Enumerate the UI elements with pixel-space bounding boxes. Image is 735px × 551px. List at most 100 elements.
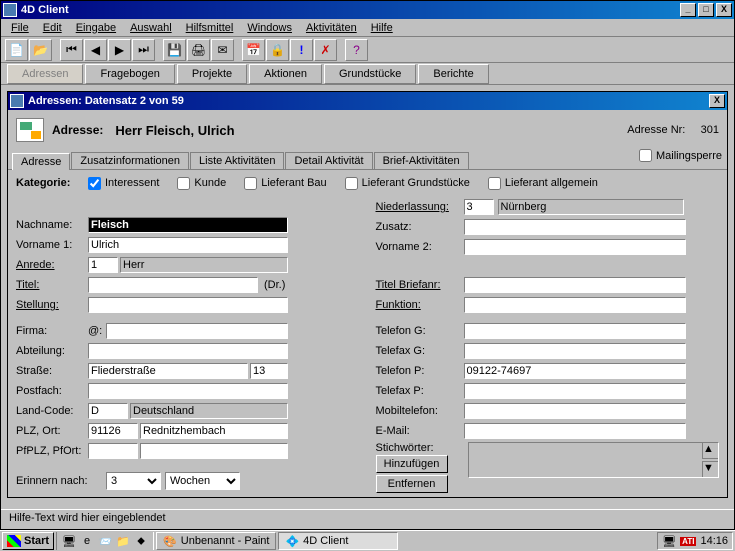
vorname1-field[interactable]	[88, 237, 288, 253]
landcode-label: Land-Code:	[16, 405, 88, 417]
nieder-text-field[interactable]	[498, 199, 684, 215]
pfplz-label: PfPLZ, PfOrt:	[16, 445, 88, 457]
anrede-code-field[interactable]	[88, 257, 118, 273]
strasse-field[interactable]	[88, 363, 248, 379]
telefaxg-field[interactable]	[464, 343, 686, 359]
menu-hilfe[interactable]: Hilfe	[365, 21, 399, 35]
menu-auswahl[interactable]: Auswahl	[124, 21, 178, 35]
check-interessent[interactable]: Interessent	[88, 177, 159, 190]
landcode-field[interactable]	[88, 403, 128, 419]
tb-first-icon[interactable]: ⏮	[60, 39, 83, 61]
tray-display-icon[interactable]: 🖥	[662, 535, 676, 548]
check-lieferant-bau[interactable]: Lieferant Bau	[244, 177, 326, 190]
scroll-up-icon[interactable]: ▲	[702, 443, 718, 459]
titel-field[interactable]	[88, 277, 258, 293]
itab-zusatz[interactable]: Zusatzinformationen	[71, 152, 189, 169]
check-lieferant-grund[interactable]: Lieferant Grundstücke	[345, 177, 470, 190]
postfach-field[interactable]	[88, 383, 288, 399]
mailingsperre-check[interactable]: Mailingsperre	[639, 149, 722, 162]
tb-lock-icon[interactable]: 🔒	[266, 39, 289, 61]
telefong-field[interactable]	[464, 323, 686, 339]
pfort-field[interactable]	[140, 443, 288, 459]
statusbar: Hilfe-Text wird hier eingeblendet	[1, 509, 734, 529]
tb-last-icon[interactable]: ⏭	[132, 39, 155, 61]
menu-aktivitaeten[interactable]: Aktivitäten	[300, 21, 363, 35]
ql-outlook-icon[interactable]: 📨	[97, 533, 113, 549]
menu-windows[interactable]: Windows	[241, 21, 298, 35]
tb-prev-icon[interactable]: ◀	[84, 39, 107, 61]
funktion-field[interactable]	[464, 297, 686, 313]
tb-mail-icon[interactable]: ✉	[211, 39, 234, 61]
tab-aktionen[interactable]: Aktionen	[249, 64, 322, 84]
record-icon	[10, 94, 24, 108]
land-field[interactable]	[130, 403, 288, 419]
vorname2-field[interactable]	[464, 239, 686, 255]
stellung-field[interactable]	[88, 297, 288, 313]
tray-ati-icon[interactable]: ATI	[680, 537, 696, 546]
tb-help-icon[interactable]: ?	[345, 39, 368, 61]
itab-brief-akt[interactable]: Brief-Aktivitäten	[374, 152, 469, 169]
task-4dclient[interactable]: 💠 4D Client	[278, 532, 398, 550]
firma-field[interactable]	[106, 323, 288, 339]
mailingsperre-checkbox[interactable]	[639, 149, 652, 162]
app-icon	[3, 3, 17, 17]
telefong-label: Telefon G:	[376, 325, 464, 337]
itab-adresse[interactable]: Adresse	[12, 153, 70, 170]
erinnern-val-select[interactable]: 3	[106, 472, 161, 490]
tab-berichte[interactable]: Berichte	[418, 64, 488, 84]
hausnr-field[interactable]	[250, 363, 288, 379]
zusatz-label: Zusatz:	[376, 221, 464, 233]
anrede-label: Anrede:	[16, 259, 88, 271]
menu-hilfsmittel[interactable]: Hilfsmittel	[180, 21, 240, 35]
titelbrief-field[interactable]	[464, 277, 686, 293]
tab-fragebogen[interactable]: Fragebogen	[85, 64, 174, 84]
stichwoerter-list[interactable]: ▲ ▼	[468, 442, 720, 478]
tb-print-icon[interactable]: 🖨	[187, 39, 210, 61]
erinnern-unit-select[interactable]: Wochen	[165, 472, 240, 490]
email-field[interactable]	[464, 423, 686, 439]
ort-field[interactable]	[140, 423, 288, 439]
menu-file[interactable]: File	[5, 21, 35, 35]
tb-date-icon[interactable]: 📅	[242, 39, 265, 61]
tb-info-icon[interactable]: !	[290, 39, 313, 61]
itab-liste-akt[interactable]: Liste Aktivitäten	[190, 152, 284, 169]
zusatz-field[interactable]	[464, 219, 686, 235]
task-paint[interactable]: 🎨 Unbenannt - Paint	[156, 532, 276, 550]
hinzufuegen-button[interactable]: Hinzufügen	[376, 455, 448, 473]
start-button[interactable]: Start	[2, 532, 54, 550]
anrede-text-field[interactable]	[120, 257, 288, 273]
tb-delete-icon[interactable]: ✗	[314, 39, 337, 61]
ql-ie-icon[interactable]: e	[79, 533, 95, 549]
check-kunde[interactable]: Kunde	[177, 177, 226, 190]
telefaxp-field[interactable]	[464, 383, 686, 399]
menu-eingabe[interactable]: Eingabe	[70, 21, 122, 35]
ql-app-icon[interactable]: ⬥	[133, 533, 149, 549]
telefonp-field[interactable]	[464, 363, 686, 379]
record-close-button[interactable]: X	[709, 94, 725, 108]
tab-grundstuecke[interactable]: Grundstücke	[324, 64, 416, 84]
minimize-button[interactable]: _	[680, 3, 696, 17]
tray-clock[interactable]: 14:16	[700, 535, 728, 547]
tb-new-icon[interactable]: 📄	[5, 39, 28, 61]
close-button[interactable]: X	[716, 3, 732, 17]
tab-adressen[interactable]: Adressen	[7, 64, 83, 84]
ql-desktop-icon[interactable]: 🖥	[61, 533, 77, 549]
tab-projekte[interactable]: Projekte	[177, 64, 247, 84]
menu-edit[interactable]: Edit	[37, 21, 68, 35]
nieder-code-field[interactable]	[464, 199, 494, 215]
nachname-field[interactable]	[88, 217, 288, 233]
tb-open-icon[interactable]: 📂	[29, 39, 52, 61]
check-lieferant-allg[interactable]: Lieferant allgemein	[488, 177, 598, 190]
strasse-label: Straße:	[16, 365, 88, 377]
scroll-down-icon[interactable]: ▼	[702, 461, 718, 477]
entfernen-button[interactable]: Entfernen	[376, 475, 448, 493]
abteilung-field[interactable]	[88, 343, 288, 359]
itab-detail-akt[interactable]: Detail Aktivität	[285, 152, 372, 169]
ql-explorer-icon[interactable]: 📁	[115, 533, 131, 549]
maximize-button[interactable]: □	[698, 3, 714, 17]
plz-field[interactable]	[88, 423, 138, 439]
tb-next-icon[interactable]: ▶	[108, 39, 131, 61]
tb-save-icon[interactable]: 💾	[163, 39, 186, 61]
pfplz-field[interactable]	[88, 443, 138, 459]
mobil-field[interactable]	[464, 403, 686, 419]
